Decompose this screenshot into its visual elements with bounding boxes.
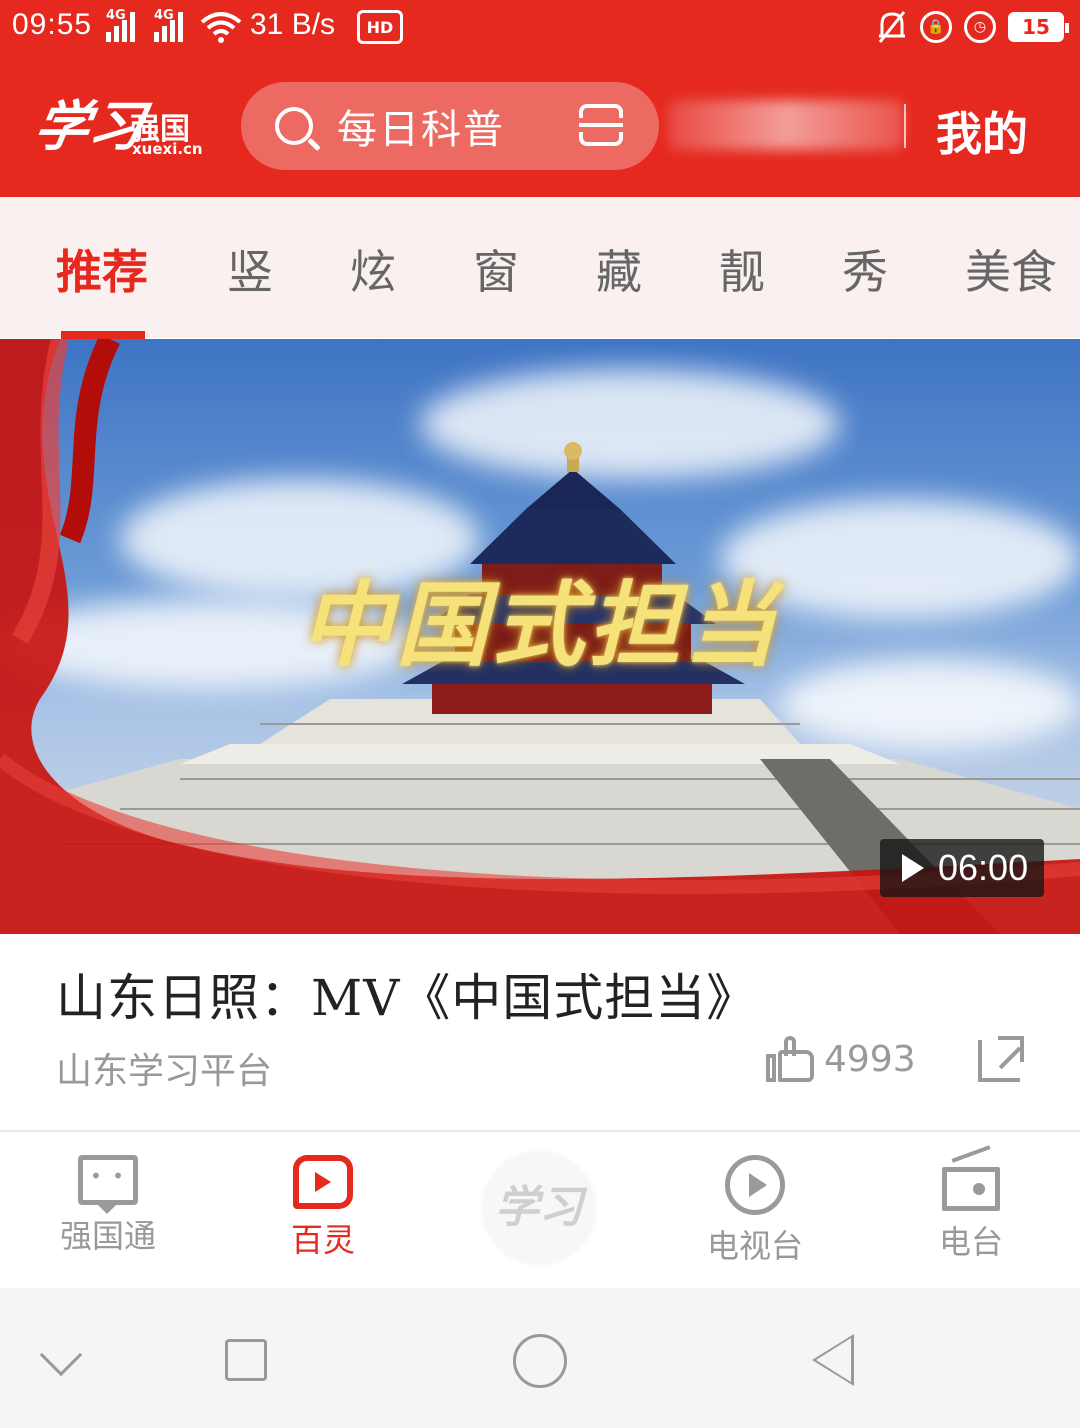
tab-tibet[interactable]: 藏	[596, 236, 642, 302]
signal-icon-2: 4G	[154, 8, 183, 42]
recent-apps-button[interactable]	[225, 1339, 267, 1381]
signal-icon: 4G	[106, 8, 135, 42]
app-logo[interactable]: 学习 强国 xuexi.cn	[30, 82, 206, 162]
nav-label: 电视台	[706, 1227, 803, 1265]
nav-label: 强国通	[59, 1217, 156, 1255]
search-bar[interactable]: 每日科普	[241, 82, 659, 170]
like-button[interactable]: 4993	[766, 1036, 916, 1082]
tab-xuan[interactable]: 炫	[350, 236, 396, 302]
category-tabs	[0, 197, 1080, 338]
video-duration: 06:00	[938, 847, 1029, 888]
nav-tv[interactable]: 电视台	[675, 1155, 835, 1267]
nav-label: 电台	[938, 1223, 1003, 1261]
play-icon	[902, 854, 924, 882]
video-thumbnail[interactable]: 中国式担当 06:00	[0, 339, 1080, 934]
hd-icon: HD	[357, 10, 403, 44]
nav-qiangguotong[interactable]: 强国通	[28, 1155, 188, 1257]
video-duration-badge: 06:00	[880, 839, 1044, 897]
tab-liang[interactable]: 靓	[719, 236, 765, 302]
article-source: 山东学习平台	[56, 1051, 273, 1092]
thumbs-up-icon	[766, 1036, 816, 1082]
status-bar: 09:55 4G 4G 31 B/s HD 🔒 ◷ 15	[0, 0, 1080, 56]
wifi-icon	[200, 12, 242, 43]
lock-rotation-icon: 🔒	[920, 11, 952, 43]
scan-icon[interactable]	[579, 104, 623, 146]
bailing-play-icon	[293, 1155, 353, 1209]
like-count: 4993	[824, 1038, 916, 1080]
bell-muted-icon	[878, 11, 906, 43]
chat-bubble-icon	[78, 1155, 138, 1214]
tab-recommend[interactable]: 推荐	[56, 236, 148, 302]
nav-radio[interactable]: 电台	[891, 1155, 1051, 1263]
mine-button[interactable]: 我的	[936, 98, 1028, 164]
tab-vertical[interactable]: 竖	[227, 236, 273, 302]
xuexi-logo-icon[interactable]: 学习	[483, 1152, 595, 1264]
search-placeholder: 每日科普	[337, 107, 505, 153]
article-headline[interactable]: 山东日照：MV《中国式担当》	[56, 958, 757, 1030]
network-speed: 31 B/s	[250, 8, 336, 41]
share-icon[interactable]	[978, 1036, 1024, 1082]
nav-bailing[interactable]: 百灵	[243, 1155, 403, 1261]
status-right-icons: 🔒 ◷ 15	[876, 10, 1069, 44]
tab-food[interactable]: 美食	[965, 236, 1057, 302]
alarm-icon: ◷	[964, 11, 996, 43]
battery-icon: 15	[1008, 12, 1069, 42]
active-tab-indicator	[61, 331, 145, 339]
network-type-label-2: 4G	[154, 8, 174, 23]
network-type-label: 4G	[106, 8, 126, 23]
search-icon	[275, 107, 313, 145]
back-button[interactable]	[812, 1334, 854, 1386]
logo-url: xuexi.cn	[132, 140, 203, 158]
home-button[interactable]	[513, 1334, 567, 1388]
radio-icon	[942, 1167, 1000, 1211]
blurred-user-info	[668, 100, 904, 150]
status-time: 09:55	[12, 8, 93, 41]
tab-window[interactable]: 窗	[473, 236, 519, 302]
tv-play-icon	[725, 1155, 785, 1215]
nav-label: 百灵	[290, 1221, 355, 1259]
tab-show[interactable]: 秀	[842, 236, 888, 302]
video-overlay-title: 中国式担当	[300, 571, 781, 679]
header-divider	[904, 104, 906, 148]
